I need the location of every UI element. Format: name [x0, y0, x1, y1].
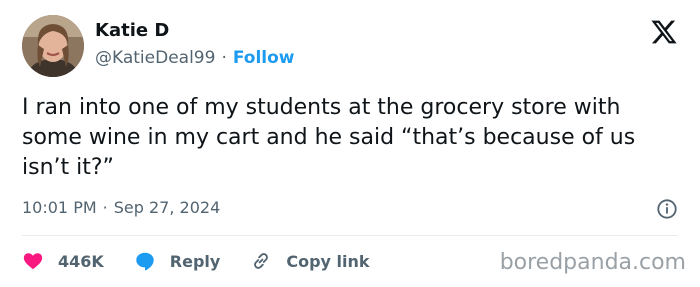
author-handle[interactable]: @KatieDeal99	[95, 48, 215, 68]
link-icon	[254, 253, 269, 269]
follow-button[interactable]: Follow	[233, 48, 295, 68]
reply-bubble-icon	[136, 252, 154, 271]
handle-row: @KatieDeal99 · Follow	[95, 48, 295, 68]
info-icon[interactable]	[656, 198, 678, 220]
like-button[interactable]: 446K	[22, 250, 104, 272]
watermark: boredpanda.com	[499, 250, 686, 275]
action-bar: 446K Reply Copy link	[22, 248, 400, 274]
avatar[interactable]	[22, 15, 84, 77]
tweet-date: Sep 27, 2024	[113, 198, 221, 217]
divider	[22, 235, 678, 236]
copy-link-button[interactable]: Copy link	[250, 250, 370, 272]
x-logo-icon[interactable]	[650, 18, 678, 46]
author-name[interactable]: Katie D	[95, 20, 169, 41]
reply-button[interactable]: Reply	[134, 250, 221, 272]
like-count: 446K	[58, 251, 104, 271]
tweet-time: 10:01 PM	[22, 198, 97, 217]
copy-link-label: Copy link	[286, 251, 370, 271]
tweet-timestamp[interactable]: 10:01 PM · Sep 27, 2024	[22, 198, 220, 217]
tweet-text: I ran into one of my students at the gro…	[22, 95, 636, 180]
reply-label: Reply	[169, 251, 221, 271]
handle-separator: ·	[221, 48, 227, 68]
timestamp-separator: ·	[102, 198, 108, 217]
heart-icon	[23, 253, 43, 270]
